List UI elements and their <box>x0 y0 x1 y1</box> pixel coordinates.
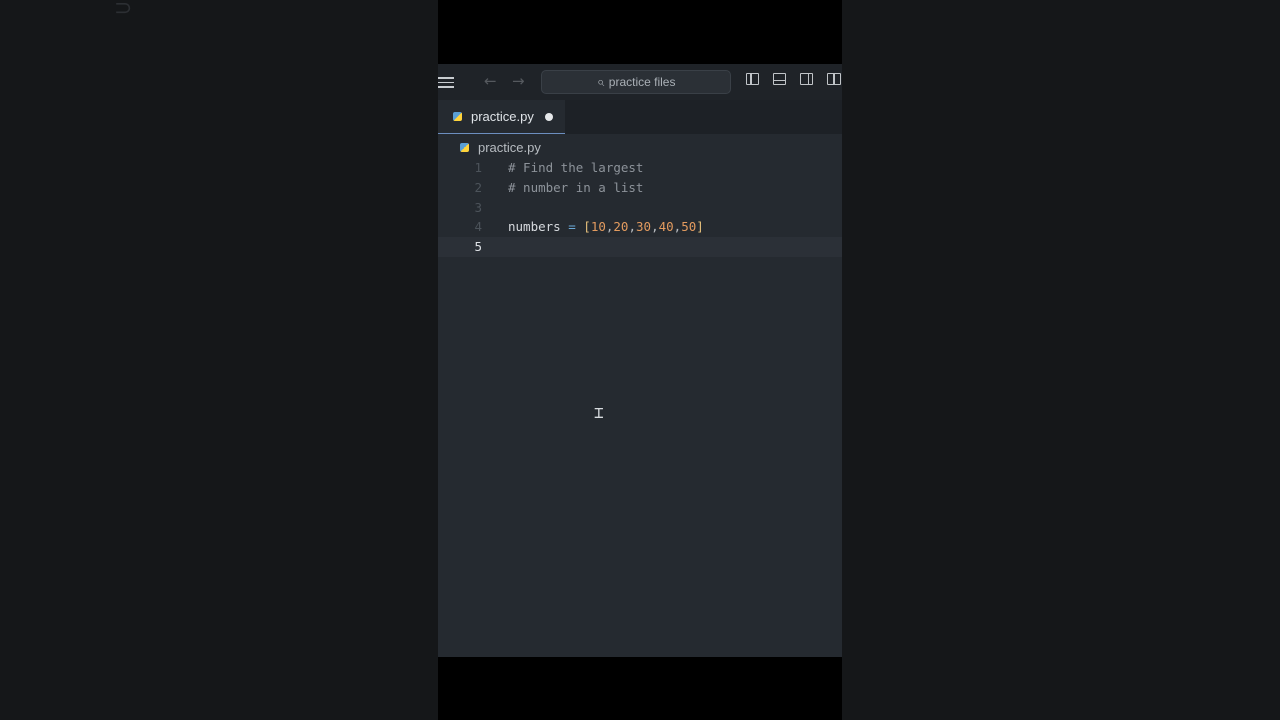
comma: , <box>651 219 659 234</box>
code-line[interactable]: 1 # Find the largest <box>438 158 842 178</box>
toggle-panel-icon[interactable] <box>773 73 786 85</box>
top-letterbox <box>438 0 842 64</box>
tab-practice-py[interactable]: practice.py <box>438 100 565 134</box>
close-bracket: ] <box>696 219 704 234</box>
assignment-operator: = <box>568 219 576 234</box>
tab-bar: practice.py <box>438 100 842 134</box>
editor-window: ← → ⌕ practice files practice.py practice… <box>438 64 842 657</box>
search-label: practice files <box>608 75 676 89</box>
python-file-icon <box>460 143 469 152</box>
tab-label: practice.py <box>471 109 534 124</box>
left-letterbox: ⊃ <box>0 0 438 720</box>
list-value: 50 <box>681 219 697 234</box>
menu-icon[interactable] <box>438 74 454 88</box>
right-letterbox <box>842 0 1280 720</box>
faint-logo-icon: ⊃ <box>114 0 133 21</box>
search-icon: ⌕ <box>596 75 604 90</box>
line-number: 4 <box>474 219 482 234</box>
list-value: 40 <box>658 219 674 234</box>
code-editor[interactable]: 1 # Find the largest 2 # number in a lis… <box>438 158 842 657</box>
back-arrow-icon[interactable]: ← <box>484 72 497 90</box>
code-comment: # number in a list <box>508 180 644 195</box>
code-line[interactable]: 3 <box>438 198 842 218</box>
list-value: 30 <box>636 219 652 234</box>
python-file-icon <box>453 112 462 121</box>
code-comment: # Find the largest <box>508 160 644 175</box>
command-center-search[interactable]: ⌕ practice files <box>541 70 731 94</box>
list-value: 10 <box>590 219 606 234</box>
line-number: 3 <box>474 200 482 215</box>
bottom-letterbox <box>438 657 842 720</box>
open-bracket: [ <box>583 219 591 234</box>
text-cursor-icon: ⌶ <box>594 403 604 422</box>
code-line[interactable]: 2 # number in a list <box>438 178 842 198</box>
line-number: 1 <box>474 160 482 175</box>
customize-layout-icon[interactable] <box>827 73 841 85</box>
toggle-secondary-sidebar-icon[interactable] <box>800 73 813 85</box>
code-line[interactable]: 4 numbers = [10,20,30,40,50] <box>438 217 842 237</box>
line-number: 5 <box>474 239 482 254</box>
toggle-primary-sidebar-icon[interactable] <box>746 73 759 85</box>
variable-name: numbers <box>508 219 561 234</box>
current-code-line[interactable]: 5 <box>438 237 842 257</box>
list-value: 20 <box>613 219 629 234</box>
title-bar: ← → ⌕ practice files <box>438 64 842 100</box>
breadcrumb-file[interactable]: practice.py <box>478 140 541 155</box>
comma: , <box>628 219 636 234</box>
line-number: 2 <box>474 180 482 195</box>
code-assignment: numbers = [10,20,30,40,50] <box>508 217 704 237</box>
unsaved-indicator[interactable] <box>545 113 553 121</box>
forward-arrow-icon[interactable]: → <box>512 72 525 90</box>
